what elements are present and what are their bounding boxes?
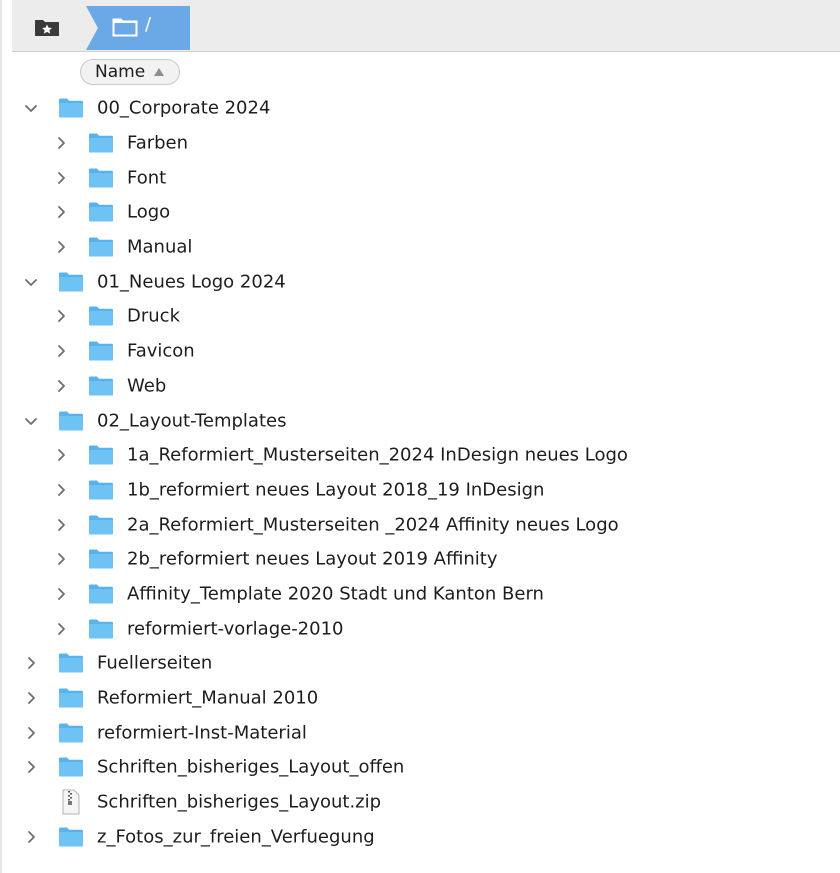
- folder-icon: [89, 619, 113, 639]
- folder-icon: [89, 549, 113, 569]
- chevron-right-icon[interactable]: [54, 309, 68, 323]
- folder-icon: [89, 237, 113, 257]
- folder-row[interactable]: reformiert-Inst-Material: [0, 715, 840, 750]
- folder-row[interactable]: Schriften_bisheriges_Layout_offen: [0, 750, 840, 785]
- item-name: Font: [127, 167, 167, 189]
- finder-window: / Name 00_Corporate 2024 Farben Font Logo Ma…: [0, 0, 840, 873]
- name-column-label: Name: [95, 62, 146, 82]
- folder-icon: [59, 688, 83, 708]
- item-name: 1b_reformiert neues Layout 2018_19 InDes…: [127, 479, 545, 501]
- item-name: Druck: [127, 305, 180, 327]
- file-list: 00_Corporate 2024 Farben Font Logo Manual 01_…: [0, 91, 840, 854]
- item-name: 2b_reformiert neues Layout 2019 Affinity: [127, 548, 498, 570]
- path-crumb-label: /: [145, 14, 152, 35]
- folder-icon: [59, 827, 83, 847]
- item-name: Manual: [127, 236, 193, 258]
- item-name: Favicon: [127, 340, 195, 362]
- chevron-right-icon[interactable]: [54, 344, 68, 358]
- chevron-right-icon[interactable]: [54, 379, 68, 393]
- folder-row[interactable]: Druck: [0, 299, 840, 334]
- chevron-down-icon[interactable]: [24, 101, 38, 115]
- folder-icon: [89, 480, 113, 500]
- item-name: Schriften_bisheriges_Layout.zip: [97, 791, 382, 813]
- item-name: Schriften_bisheriges_Layout_offen: [97, 756, 405, 778]
- folder-row[interactable]: 00_Corporate 2024: [0, 91, 840, 126]
- folder-row[interactable]: Farben: [0, 126, 840, 161]
- zip-file-icon: [62, 789, 80, 815]
- folder-row[interactable]: 01_Neues Logo 2024: [0, 264, 840, 299]
- chevron-right-icon[interactable]: [54, 622, 68, 636]
- favorites-star-folder-icon[interactable]: [34, 17, 60, 37]
- file-row[interactable]: Schriften_bisheriges_Layout.zip: [0, 785, 840, 820]
- chevron-right-icon[interactable]: [54, 136, 68, 150]
- folder-row[interactable]: 02_Layout-Templates: [0, 403, 840, 438]
- item-name: Affinity_Template 2020 Stadt und Kanton …: [127, 583, 544, 605]
- folder-icon: [59, 411, 83, 431]
- folder-icon: [89, 376, 113, 396]
- item-name: reformiert-vorlage-2010: [127, 618, 344, 640]
- folder-row[interactable]: 2b_reformiert neues Layout 2019 Affinity: [0, 542, 840, 577]
- item-name: 01_Neues Logo 2024: [97, 271, 286, 293]
- folder-row[interactable]: reformiert-vorlage-2010: [0, 611, 840, 646]
- folder-row[interactable]: Font: [0, 160, 840, 195]
- folder-icon: [89, 584, 113, 604]
- folder-icon: [59, 653, 83, 673]
- folder-row[interactable]: 1b_reformiert neues Layout 2018_19 InDes…: [0, 473, 840, 508]
- item-name: 00_Corporate 2024: [97, 97, 271, 119]
- folder-row[interactable]: Logo: [0, 195, 840, 230]
- folder-icon: [59, 98, 83, 118]
- item-name: Farben: [127, 132, 189, 154]
- folder-row[interactable]: Web: [0, 369, 840, 404]
- folder-row[interactable]: z_Fotos_zur_freien_Verfuegung: [0, 819, 840, 854]
- chevron-down-icon[interactable]: [24, 275, 38, 289]
- item-name: 1a_Reformiert_Musterseiten_2024 InDesign…: [127, 444, 628, 466]
- item-name: Logo: [127, 201, 171, 223]
- folder-icon: [59, 272, 83, 292]
- chevron-right-icon[interactable]: [54, 448, 68, 462]
- item-name: z_Fotos_zur_freien_Verfuegung: [97, 826, 375, 848]
- sort-ascending-icon: [154, 68, 165, 76]
- chevron-right-icon[interactable]: [54, 171, 68, 185]
- chevron-right-icon[interactable]: [54, 518, 68, 532]
- chevron-right-icon[interactable]: [24, 691, 38, 705]
- root-folder-icon: [112, 18, 138, 37]
- folder-row[interactable]: 2a_Reformiert_Musterseiten _2024 Affinit…: [0, 507, 840, 542]
- folder-row[interactable]: Favicon: [0, 334, 840, 369]
- chevron-right-icon[interactable]: [54, 483, 68, 497]
- item-name: 2a_Reformiert_Musterseiten _2024 Affinit…: [127, 514, 619, 536]
- folder-row[interactable]: Fuellerseiten: [0, 646, 840, 681]
- folder-icon: [89, 445, 113, 465]
- chevron-right-icon[interactable]: [54, 205, 68, 219]
- folder-icon: [59, 757, 83, 777]
- folder-icon: [89, 306, 113, 326]
- chevron-right-icon[interactable]: [24, 726, 38, 740]
- chevron-right-icon[interactable]: [24, 830, 38, 844]
- chevron-right-icon[interactable]: [54, 587, 68, 601]
- chevron-right-icon[interactable]: [54, 552, 68, 566]
- chevron-right-icon[interactable]: [24, 656, 38, 670]
- chevron-right-icon[interactable]: [54, 240, 68, 254]
- path-bar: /: [12, 0, 840, 52]
- folder-row[interactable]: Reformiert_Manual 2010: [0, 681, 840, 716]
- folder-row[interactable]: Manual: [0, 230, 840, 265]
- item-name: 02_Layout-Templates: [97, 410, 287, 432]
- path-crumb-current[interactable]: [86, 6, 190, 50]
- name-column-header[interactable]: Name: [80, 59, 181, 85]
- chevron-down-icon[interactable]: [24, 414, 38, 428]
- folder-icon: [89, 515, 113, 535]
- item-name: Fuellerseiten: [97, 652, 213, 674]
- item-name: reformiert-Inst-Material: [97, 722, 307, 744]
- folder-row[interactable]: 1a_Reformiert_Musterseiten_2024 InDesign…: [0, 438, 840, 473]
- folder-icon: [89, 168, 113, 188]
- chevron-right-icon[interactable]: [24, 760, 38, 774]
- folder-icon: [89, 202, 113, 222]
- folder-icon: [89, 341, 113, 361]
- item-name: Web: [127, 375, 167, 397]
- item-name: Reformiert_Manual 2010: [97, 687, 319, 709]
- folder-icon: [89, 133, 113, 153]
- folder-icon: [59, 723, 83, 743]
- folder-row[interactable]: Affinity_Template 2020 Stadt und Kanton …: [0, 577, 840, 612]
